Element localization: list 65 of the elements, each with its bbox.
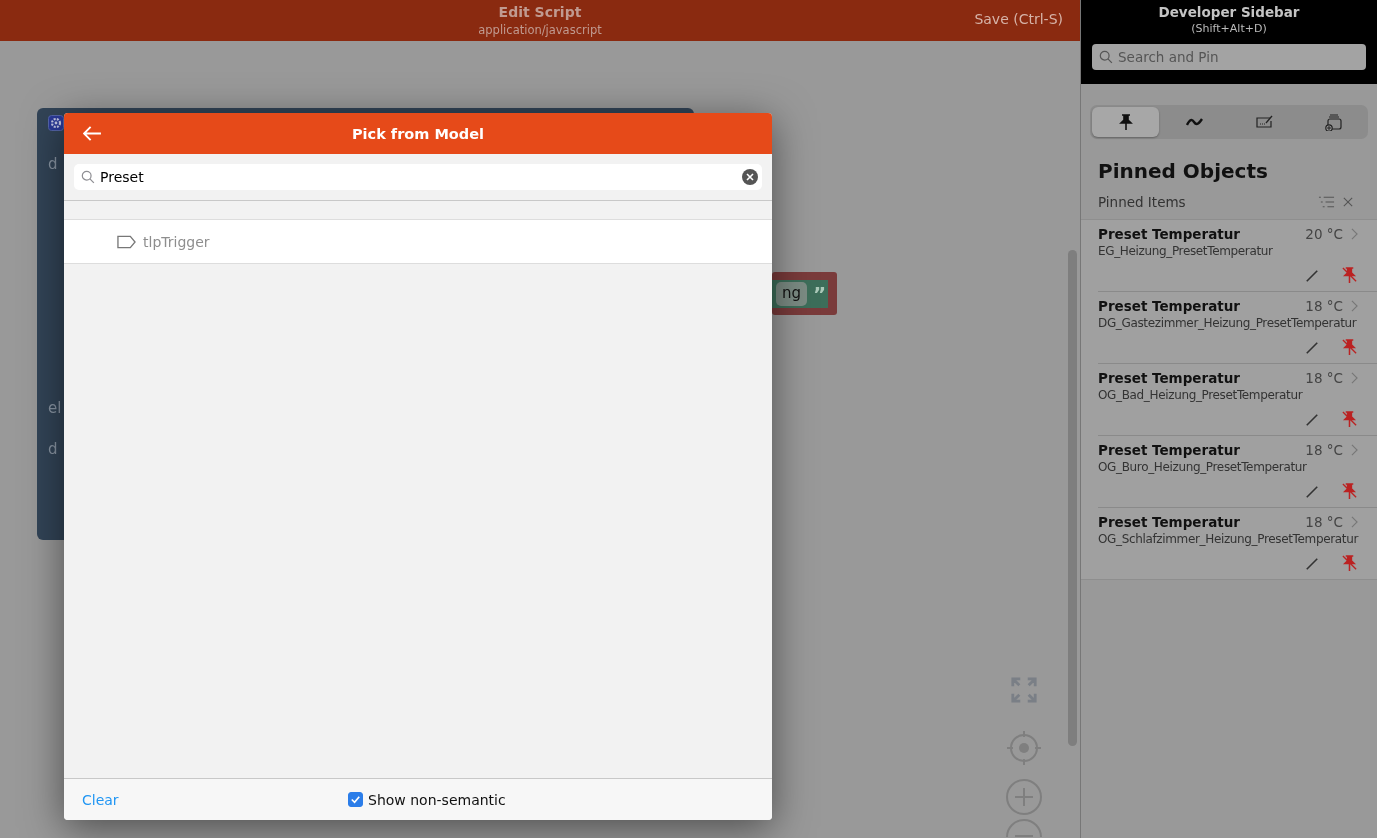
search-field[interactable]: Search and Pin xyxy=(1092,44,1366,70)
section-heading: Pinned Objects xyxy=(1098,158,1269,184)
unpin-icon[interactable] xyxy=(1341,410,1358,429)
block-label: d xyxy=(48,155,58,173)
checkmark-icon xyxy=(349,793,362,806)
chevron-icon[interactable] xyxy=(1351,516,1358,528)
dialog-title: Pick from Model xyxy=(351,125,484,142)
tag-icon xyxy=(117,234,136,249)
checkbox[interactable] xyxy=(348,792,363,807)
text-value: ng xyxy=(776,281,808,306)
chevron-icon[interactable] xyxy=(1351,372,1358,384)
unpin-icon[interactable] xyxy=(1341,554,1358,573)
unpin-icon[interactable] xyxy=(1341,338,1358,357)
zoom-out-icon[interactable] xyxy=(1005,818,1043,838)
sidebar-title: Developer Sidebar xyxy=(1158,3,1300,21)
tab[interactable] xyxy=(1092,107,1159,137)
item-name: DG_Gastezimmer_Heizung_PresetTemperatur xyxy=(1098,315,1358,332)
gear-icon[interactable] xyxy=(48,115,64,131)
zoom-in-icon[interactable] xyxy=(1005,778,1043,816)
fullscreen-icon[interactable] xyxy=(1010,676,1038,704)
item-name: OG_Buro_Heizung_PresetTemperatur xyxy=(1098,459,1308,476)
item-name: EG_Heizung_PresetTemperatur xyxy=(1098,243,1274,260)
pencil-icon[interactable] xyxy=(1305,340,1319,355)
list-heading: Pinned Items xyxy=(1098,194,1187,210)
pencil-icon[interactable] xyxy=(1305,268,1319,283)
quote-mark: ” xyxy=(813,283,827,304)
clear-icon[interactable] xyxy=(742,169,758,185)
target-icon[interactable] xyxy=(1006,730,1042,766)
item-name: OG_Schlafzimmer_Heizung_PresetTemperatur xyxy=(1098,531,1360,548)
item-title: Preset Temperatur xyxy=(1098,298,1241,314)
save-link[interactable]: Save (Ctrl-S) xyxy=(974,11,1063,27)
item-value: 18 °C xyxy=(1305,442,1343,458)
shortcut-hint: (Shift+Alt+D) xyxy=(1191,21,1267,36)
item-title: Preset Temperatur xyxy=(1098,514,1241,530)
page-title: Edit Script xyxy=(498,3,582,22)
item-name: OG_Bad_Heizung_PresetTemperatur xyxy=(1098,387,1304,404)
result-item[interactable]: tlpTrigger xyxy=(64,220,772,264)
stack-icon xyxy=(1323,113,1342,131)
page-subtitle: application/javascript xyxy=(478,22,602,38)
clear-link[interactable]: Clear xyxy=(82,791,119,808)
pencil-icon[interactable] xyxy=(1305,412,1319,427)
pin-icon xyxy=(1116,113,1135,131)
item-title: Preset Temperatur xyxy=(1098,226,1241,242)
block-label: d xyxy=(48,440,58,458)
item-value: 18 °C xyxy=(1305,298,1343,314)
back-arrow-icon[interactable] xyxy=(83,126,102,141)
close-icon[interactable] xyxy=(1343,197,1353,207)
chevron-icon[interactable] xyxy=(1351,300,1358,312)
block-label: el xyxy=(48,399,62,417)
unpin-icon[interactable] xyxy=(1341,266,1358,285)
item-title: Preset Temperatur xyxy=(1098,442,1241,458)
item-value: 20 °C xyxy=(1305,226,1343,242)
pencil-icon[interactable] xyxy=(1305,556,1319,571)
item-title: Preset Temperatur xyxy=(1098,370,1241,386)
checkbox-label: Show non-semantic xyxy=(368,791,506,808)
search-field[interactable]: Preset xyxy=(74,164,762,190)
item-value: 18 °C xyxy=(1305,370,1343,386)
scrollbar[interactable] xyxy=(1068,250,1077,746)
chevron-icon[interactable] xyxy=(1351,228,1358,240)
sort-icon[interactable] xyxy=(1318,196,1335,208)
keyboard-icon xyxy=(1254,113,1273,131)
unpin-icon[interactable] xyxy=(1341,482,1358,501)
item-value: 18 °C xyxy=(1305,514,1343,530)
pencil-icon[interactable] xyxy=(1305,484,1319,499)
chevron-icon[interactable] xyxy=(1351,444,1358,456)
